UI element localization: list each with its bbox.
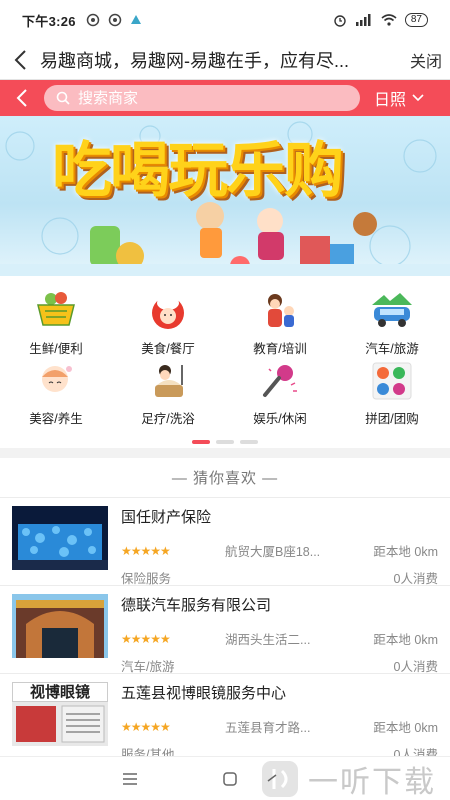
group-buy-icon [369, 360, 415, 402]
watermark: 一听下载 [260, 757, 450, 800]
consume-count: 0人消费 [393, 660, 438, 674]
category-label: 汽车/旅游 [365, 342, 419, 356]
signal-icon [355, 14, 371, 26]
page-title: 易趣商城，易趣网-易趣在手，应有尽... [40, 50, 349, 71]
spa-icon [145, 360, 191, 402]
chef-icon [145, 290, 191, 332]
alarm-icon [334, 15, 346, 27]
category-foot-bath[interactable]: 足疗/洗浴 [112, 360, 224, 430]
search-box[interactable] [44, 85, 360, 111]
page-dot[interactable] [216, 440, 234, 444]
system-nav-bar: 一听下载 [0, 756, 450, 800]
category-label: 足疗/洗浴 [141, 412, 195, 426]
search-input[interactable] [78, 89, 328, 107]
app-notification-icon [130, 15, 141, 24]
watermark-text: 一听下载 [308, 766, 436, 799]
category-car-travel[interactable]: 汽车/旅游 [336, 290, 448, 360]
category-grid-section: 生鲜/便利 美食/餐厅 教育/培训 汽车/旅游 美容/养生 足疗/洗浴 娱乐/休… [0, 276, 450, 448]
category-group-buy[interactable]: 拼团/团购 [336, 360, 448, 430]
consume-count: 0人消费 [393, 572, 438, 586]
webview-title-bar: 易趣商城，易趣网-易趣在手，应有尽... 关闭 [0, 40, 450, 80]
rating-stars: ★★★★★ [121, 631, 171, 646]
store-category: 保险服务 [121, 572, 172, 586]
store-thumbnail [12, 506, 108, 570]
category-label: 美食/餐厅 [141, 342, 195, 356]
category-food-restaurant[interactable]: 美食/餐厅 [112, 290, 224, 360]
category-label: 美容/养生 [29, 412, 83, 426]
store-distance: 距本地 0km [373, 545, 438, 559]
rating-stars: ★★★★★ [121, 719, 171, 734]
store-distance: 距本地 0km [373, 633, 438, 647]
status-time: 下午3:26 [22, 13, 76, 29]
store-category: 服务/其他 [121, 748, 175, 756]
search-header: 日照 [0, 80, 450, 116]
header-back-button[interactable] [0, 80, 44, 116]
category-beauty-wellness[interactable]: 美容/养生 [0, 360, 112, 430]
recommend-section-title: — 猜你喜欢 — [0, 458, 450, 498]
car-icon [369, 290, 415, 332]
notification-icon [86, 13, 100, 27]
watermark-logo-icon [262, 761, 298, 797]
list-item[interactable]: 德联汽车服务有限公司 ★★★★★ 湖西头生活二... 距本地 0km 汽车/旅游… [0, 586, 450, 674]
category-label: 拼团/团购 [365, 412, 419, 426]
wifi-icon [381, 14, 397, 26]
beauty-icon [33, 360, 79, 402]
category-entertainment-leisure[interactable]: 娱乐/休闲 [224, 360, 336, 430]
store-address: 湖西头生活二... [225, 633, 311, 647]
close-button[interactable]: 关闭 [402, 48, 450, 72]
store-thumbnail: 视博眼镜 [12, 682, 108, 746]
page-dot[interactable] [240, 440, 258, 444]
city-label: 日照 [374, 92, 407, 109]
page-dot-active[interactable] [192, 440, 210, 444]
chevron-left-icon [14, 49, 26, 70]
back-button[interactable] [0, 40, 40, 80]
recommend-list: 国任财产保险 ★★★★★ 航贸大厦B座18... 距本地 0km 保险服务 0人… [0, 498, 450, 756]
store-sign: 视博眼镜 [12, 682, 108, 702]
menu-button[interactable] [80, 757, 180, 800]
education-icon [257, 290, 303, 332]
store-name: 五莲县视博眼镜服务中心 [121, 685, 287, 702]
microphone-icon [257, 360, 303, 402]
store-thumbnail [12, 594, 108, 658]
rating-stars: ★★★★★ [121, 543, 171, 558]
search-icon [56, 91, 70, 105]
category-education-training[interactable]: 教育/培训 [224, 290, 336, 360]
store-category: 汽车/旅游 [121, 660, 175, 674]
store-address: 五莲县育才路... [225, 721, 311, 735]
chevron-down-icon [412, 94, 424, 102]
shopping-basket-icon [33, 290, 79, 332]
category-label: 教育/培训 [253, 342, 307, 356]
banner-headline: 吃喝玩乐购 [52, 136, 344, 206]
battery-indicator: 87 [404, 13, 428, 27]
carousel-pagination [0, 440, 450, 444]
consume-count: 0人消费 [393, 748, 438, 756]
notification-icon-2 [108, 13, 122, 27]
home-icon [223, 771, 237, 786]
category-label: 娱乐/休闲 [253, 412, 307, 426]
list-item[interactable]: 视博眼镜 五莲县视博眼镜服务中心 ★★★★★ 五莲县育才路... 距本地 0km… [0, 674, 450, 756]
menu-icon [123, 772, 137, 785]
city-selector[interactable]: 日照 [374, 86, 424, 110]
store-address: 航贸大厦B座18... [225, 545, 321, 559]
status-bar: 下午3:26 87 [0, 0, 450, 40]
list-item[interactable]: 国任财产保险 ★★★★★ 航贸大厦B座18... 距本地 0km 保险服务 0人… [0, 498, 450, 586]
category-label: 生鲜/便利 [29, 342, 83, 356]
store-distance: 距本地 0km [373, 721, 438, 735]
store-name: 德联汽车服务有限公司 [121, 597, 272, 614]
promo-banner[interactable]: 吃喝玩乐购 [0, 116, 450, 276]
chevron-left-icon [16, 89, 27, 107]
store-name: 国任财产保险 [121, 509, 212, 526]
category-fresh-convenience[interactable]: 生鲜/便利 [0, 290, 112, 360]
